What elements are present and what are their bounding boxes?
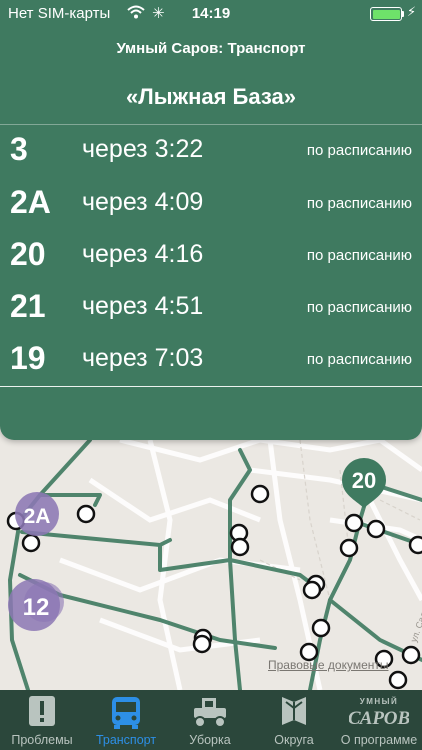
tab-cleaning[interactable]: Уборка — [168, 690, 252, 750]
bus-marker-2a[interactable]: 2А — [15, 492, 59, 536]
bus-stop-marker[interactable] — [401, 645, 421, 665]
tab-bar: Проблемы Транспорт Уборка Округа УМНЫЙ С… — [0, 690, 422, 750]
arrival-row[interactable]: 2А через 4:09 по расписанию — [0, 178, 422, 230]
map-fold-icon — [282, 697, 306, 725]
route-number: 21 — [10, 288, 46, 324]
list-end-divider — [0, 386, 422, 387]
app-title: Умный Саров: Транспорт — [116, 40, 306, 57]
tab-transport[interactable]: Транспорт — [84, 690, 168, 750]
tab-districts[interactable]: Округа — [252, 690, 336, 750]
tab-problems[interactable]: Проблемы — [0, 690, 84, 750]
bus-stop-marker[interactable] — [408, 535, 422, 555]
arrival-row[interactable]: 3 через 3:22 по расписанию — [0, 125, 422, 177]
route-number: 2А — [10, 184, 51, 220]
bus-stop-marker[interactable] — [366, 519, 386, 539]
route-number: 19 — [10, 340, 46, 376]
battery-icon — [370, 7, 402, 21]
tab-label: Уборка — [189, 733, 231, 747]
arrival-mode: по расписанию — [306, 247, 412, 264]
arrival-row[interactable]: 21 через 4:51 по расписанию — [0, 282, 422, 334]
bus-stop-marker[interactable] — [21, 533, 41, 553]
stop-name: «Лыжная База» — [126, 84, 296, 109]
status-bar: Нет SIM-карты ✳ 14:19 ⚡ — [0, 0, 422, 28]
bus-stop-marker[interactable] — [76, 504, 96, 524]
arrival-row[interactable]: 19 через 7:03 по расписанию — [0, 334, 422, 386]
tab-label: Транспорт — [95, 733, 157, 747]
bus-stop-marker[interactable] — [388, 670, 408, 690]
tab-label: Округа — [274, 733, 314, 747]
battery-cap — [402, 11, 404, 17]
bus-marker-label: 2А — [24, 505, 51, 528]
arrival-eta: через 4:16 — [82, 240, 204, 268]
arrival-mode: по расписанию — [306, 351, 412, 368]
route-number: 3 — [10, 131, 28, 167]
bus-stop-marker[interactable] — [230, 537, 250, 557]
arrival-eta: через 4:51 — [82, 292, 204, 320]
svg-text:УМНЫЙ: УМНЫЙ — [360, 697, 399, 706]
bus-stop-marker[interactable] — [192, 634, 212, 654]
arrival-eta: через 7:03 — [82, 344, 204, 372]
bus-stop-marker[interactable] — [339, 538, 359, 558]
tab-label: Проблемы — [11, 733, 73, 747]
arrival-eta: через 3:22 — [82, 135, 204, 163]
arrival-mode: по расписанию — [306, 299, 412, 316]
tractor-icon — [194, 698, 226, 728]
stop-panel: Нет SIM-карты ✳ 14:19 ⚡ Умный Саров: Тра… — [0, 0, 422, 440]
status-time: 14:19 — [191, 5, 231, 22]
tab-label: О программе — [340, 733, 418, 747]
arrival-row[interactable]: 20 через 4:16 по расписанию — [0, 230, 422, 282]
bus-marker-label: 12 — [23, 594, 50, 621]
arrival-mode: по расписанию — [306, 195, 412, 212]
route-number: 20 — [10, 236, 46, 272]
app-logo-icon: УМНЫЙ САРОВ — [349, 697, 409, 729]
charging-bolt-icon: ⚡ — [407, 4, 417, 19]
bus-stop-marker[interactable] — [311, 618, 331, 638]
bus-stop-marker[interactable] — [250, 484, 270, 504]
bus-stop-marker[interactable] — [302, 580, 322, 600]
arrival-eta: через 4:09 — [82, 188, 204, 216]
svg-text:САРОВ: САРОВ — [349, 708, 409, 729]
bus-stop-marker[interactable] — [344, 513, 364, 533]
bus-marker-label: 20 — [352, 468, 376, 493]
legal-documents-link[interactable]: Правовые документы — [268, 658, 389, 672]
arrival-mode: по расписанию — [306, 142, 412, 159]
alert-icon — [29, 696, 55, 726]
tab-about[interactable]: УМНЫЙ САРОВ О программе — [336, 690, 422, 750]
bus-icon — [112, 697, 140, 729]
